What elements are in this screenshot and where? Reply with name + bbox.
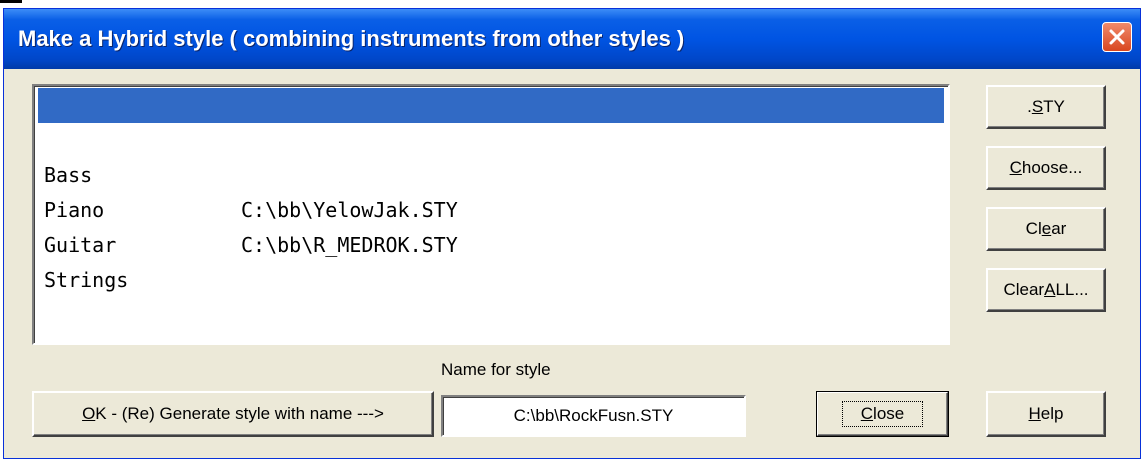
list-item[interactable]: Piano C:\bb\R_MEDROK.STY — [38, 158, 944, 257]
list-item[interactable]: Strings — [38, 228, 944, 292]
corner-mark — [0, 0, 22, 3]
generate-style-button[interactable]: OK - (Re) Generate style with name ---> — [32, 391, 434, 437]
list-item[interactable]: Drums C:\bb\WORSHIP.STY — [38, 88, 944, 187]
style-name-input[interactable] — [441, 395, 746, 437]
clear-button[interactable]: Cl e ar — [986, 207, 1106, 251]
choose-button[interactable]: Choose... — [986, 146, 1106, 190]
help-button[interactable]: Help — [986, 391, 1106, 437]
instrument-name: Strings — [44, 268, 129, 292]
instrument-style-list[interactable]: Drums C:\bb\WORSHIP.STY Bass C:\bb\Yelow… — [32, 84, 950, 345]
close-button[interactable]: Close — [816, 391, 949, 437]
name-for-style-label: Name for style — [441, 360, 551, 379]
list-item[interactable]: Bass C:\bb\YelowJak.STY — [38, 123, 944, 222]
clear-all-button[interactable]: Clear A LL... — [986, 268, 1106, 312]
focus-rect: Close — [841, 401, 924, 427]
list-item[interactable]: Guitar — [38, 193, 944, 257]
window-title: Make a Hybrid style ( combining instrume… — [18, 26, 685, 51]
hybrid-style-dialog: Make a Hybrid style ( combining instrume… — [3, 8, 1141, 459]
title-bar[interactable]: Make a Hybrid style ( combining instrume… — [4, 9, 1140, 69]
sty-button[interactable]: . S TY — [986, 85, 1106, 129]
close-window-icon[interactable] — [1102, 22, 1132, 52]
